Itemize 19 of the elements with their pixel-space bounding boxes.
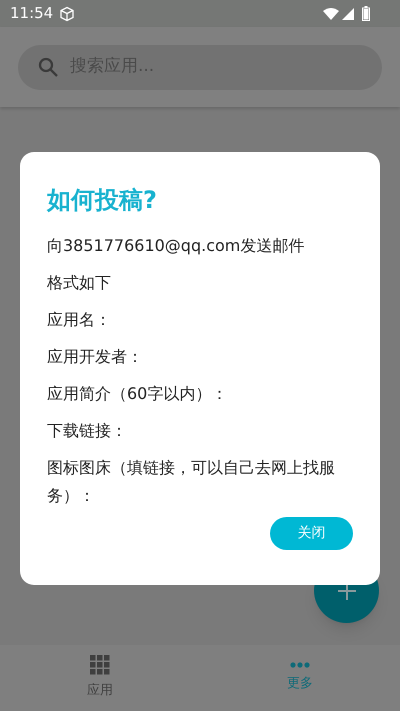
- battery-icon: [362, 6, 370, 21]
- dialog-text: 下载链接：: [47, 420, 128, 442]
- dialog-text: 应用名：: [47, 309, 112, 331]
- close-button[interactable]: 关闭: [270, 517, 353, 550]
- dialog-text: 应用简介（60字以内）：: [47, 383, 228, 405]
- wifi-icon: [323, 8, 339, 20]
- dialog-text: 应用开发者：: [47, 346, 144, 368]
- search-icon: [38, 57, 58, 77]
- cube-icon: [59, 6, 76, 22]
- nav-tab[interactable]: 更多: [200, 645, 400, 711]
- more-dots-icon: [290, 662, 310, 668]
- dialog-text: 向3851776610@qq.com发送邮件: [47, 235, 306, 257]
- nav-tab[interactable]: 应用: [0, 645, 200, 711]
- signal-icon: [342, 8, 354, 20]
- dialog-title: 如何投稿?: [47, 185, 158, 216]
- dialog-text: 图标图床（填链接，可以自己去网上找服务）：: [47, 457, 336, 507]
- status-time: 11:54: [10, 3, 54, 24]
- dialog-text: 格式如下: [47, 272, 112, 294]
- grid-icon: [90, 655, 110, 676]
